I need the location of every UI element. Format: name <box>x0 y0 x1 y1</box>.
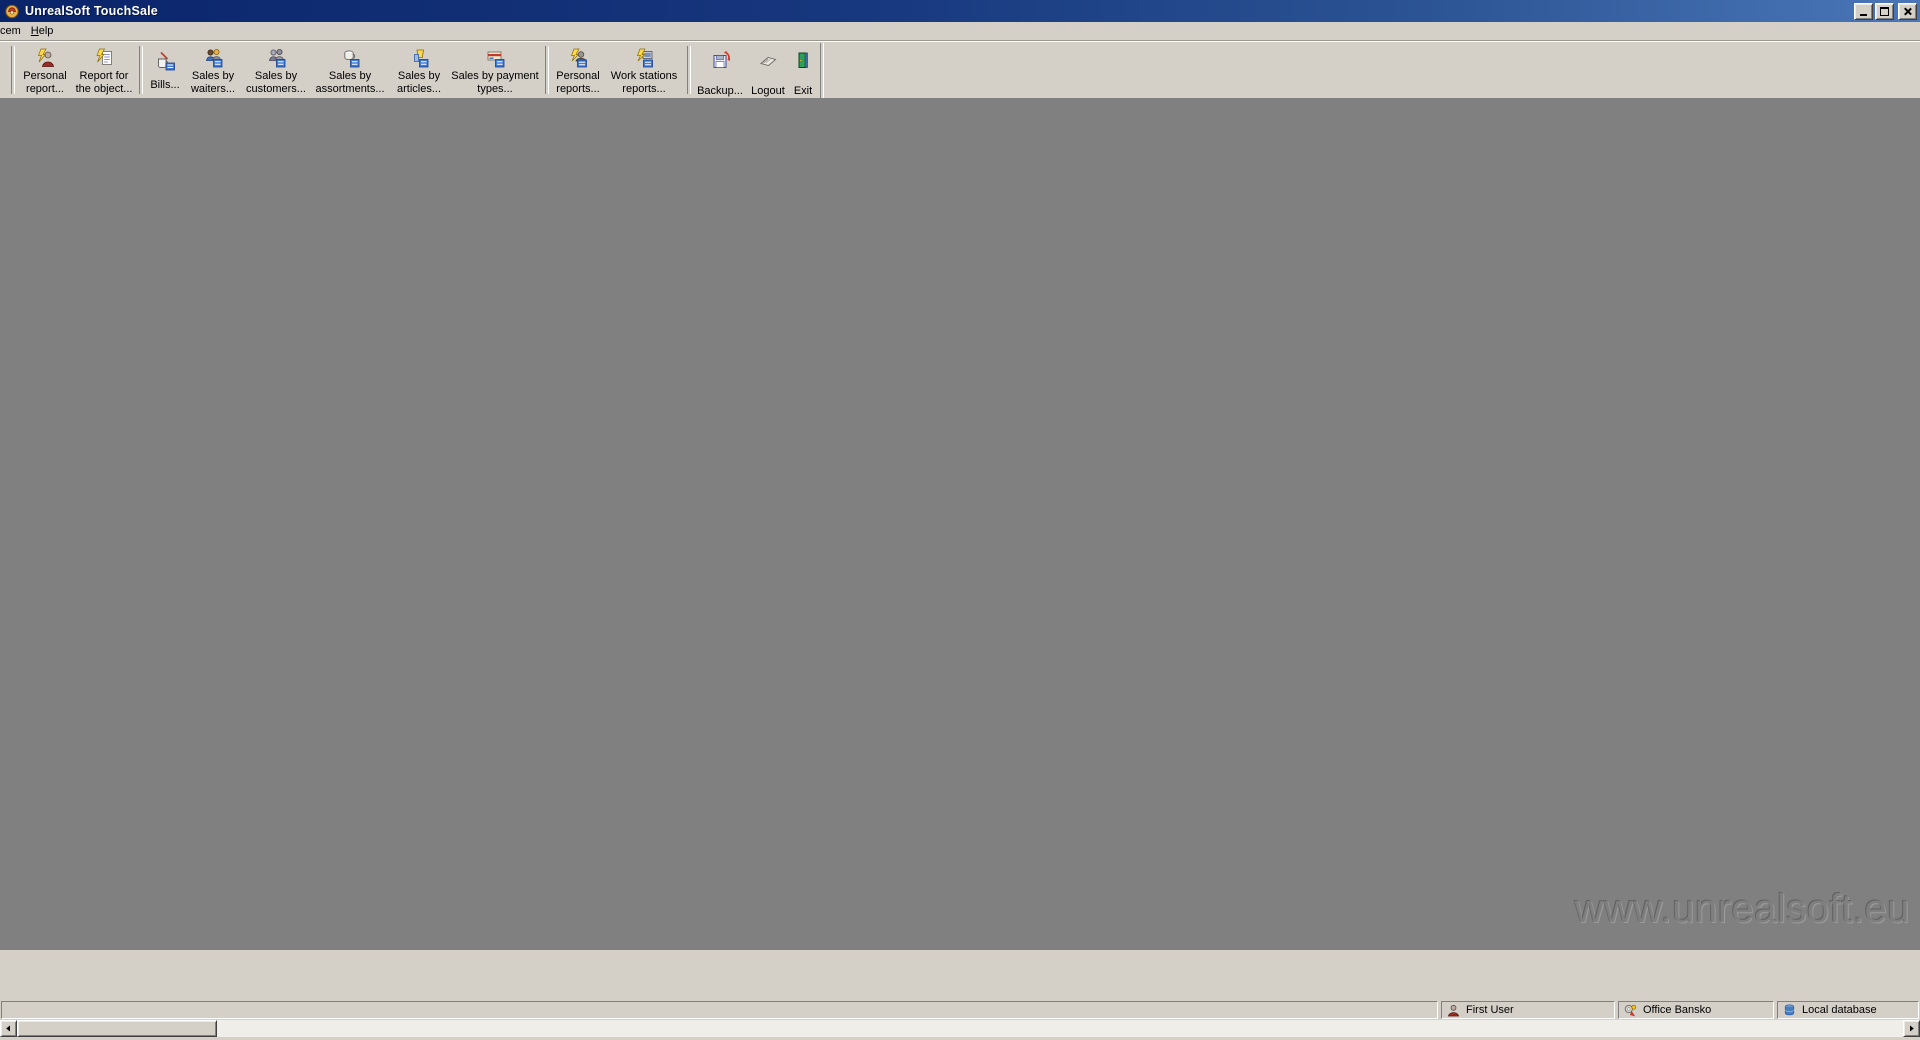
button-label: Report for <box>80 70 129 83</box>
office-key-icon <box>1624 1004 1637 1017</box>
toolbar-separator <box>545 46 549 94</box>
button-label: types... <box>477 83 512 96</box>
titlebar: UnrealSoft TouchSale <box>0 0 1920 22</box>
bills-button[interactable]: Bills... <box>146 43 184 98</box>
horizontal-scrollbar[interactable] <box>0 1020 1920 1037</box>
button-label: Sales by payment <box>451 70 538 83</box>
sales-by-waiters-button[interactable]: Sales bywaiters... <box>184 43 242 98</box>
button-label: Bills... <box>150 79 179 92</box>
button-label: Personal <box>23 70 66 83</box>
scroll-left-button[interactable] <box>0 1020 17 1037</box>
status-database-label: Local database <box>1802 1004 1877 1016</box>
close-button[interactable] <box>1898 3 1917 20</box>
button-label: reports... <box>556 83 599 96</box>
exit-button[interactable]: Exit <box>790 43 816 98</box>
work-stations-reports-button[interactable]: Work stationsreports... <box>604 43 684 98</box>
status-panel-office: Office Bansko <box>1618 1001 1774 1019</box>
button-label: Sales by <box>255 70 297 83</box>
personal-reports-button[interactable]: Personalreports... <box>552 43 604 98</box>
button-label: Backup... <box>697 85 743 98</box>
logout-sheet-icon <box>758 50 778 70</box>
status-panel-empty <box>1 1001 1438 1019</box>
status-office-label: Office Bansko <box>1643 1004 1711 1016</box>
button-label: customers... <box>246 83 306 96</box>
lightning-user-report-icon <box>568 48 588 68</box>
button-label: Sales by <box>329 70 371 83</box>
button-label: waiters... <box>191 83 235 96</box>
toolbar: Personalreport... Report forthe object..… <box>0 40 1920 98</box>
button-label: Sales by <box>398 70 440 83</box>
minimize-button[interactable] <box>1854 3 1873 20</box>
waiters-document-icon <box>203 48 223 68</box>
button-label: report... <box>26 83 64 96</box>
toolbar-separator <box>687 46 691 94</box>
window-title: UnrealSoft TouchSale <box>25 4 1852 18</box>
button-label: Work stations <box>611 70 677 83</box>
cup-document-icon <box>340 48 360 68</box>
backup-button[interactable]: Backup... <box>694 43 746 98</box>
menu-bar: cem Help <box>0 22 1920 40</box>
button-label: Exit <box>794 85 812 98</box>
button-label: Personal <box>556 70 599 83</box>
report-for-object-button[interactable]: Report forthe object... <box>72 43 136 98</box>
scroll-right-button[interactable] <box>1903 1020 1920 1037</box>
button-label: Logout <box>751 85 785 98</box>
exit-door-icon <box>793 50 813 70</box>
lower-chrome: First User Office Bansko Local database <box>0 950 1920 1040</box>
mdi-client-area: www.unrealsoft.eu <box>0 98 1920 950</box>
menu-item-help[interactable]: Help <box>26 24 59 38</box>
sales-by-articles-button[interactable]: Sales byarticles... <box>390 43 448 98</box>
app-icon <box>4 3 20 19</box>
customers-document-icon <box>266 48 286 68</box>
button-label: assortments... <box>315 83 384 96</box>
arrow-right-icon <box>1908 1025 1915 1032</box>
status-panel-database: Local database <box>1777 1001 1919 1019</box>
logout-button[interactable]: Logout <box>746 43 790 98</box>
button-label: Sales by <box>192 70 234 83</box>
user-icon <box>1447 1004 1460 1017</box>
credit-card-document-icon <box>485 48 505 68</box>
lightning-workstation-icon <box>634 48 654 68</box>
scrollbar-track[interactable] <box>217 1020 1903 1037</box>
sales-by-assortments-button[interactable]: Sales byassortments... <box>310 43 390 98</box>
toolbar-separator <box>139 46 143 94</box>
sales-by-payment-types-button[interactable]: Sales by paymenttypes... <box>448 43 542 98</box>
article-document-icon <box>409 48 429 68</box>
lightning-document-icon <box>94 48 114 68</box>
maximize-icon <box>1880 7 1889 16</box>
status-bar: First User Office Bansko Local database <box>0 1001 1920 1019</box>
menu-item-system-truncated[interactable]: cem <box>0 24 26 38</box>
maximize-button[interactable] <box>1875 3 1894 20</box>
close-icon <box>1903 7 1912 16</box>
watermark-text: www.unrealsoft.eu <box>1575 887 1910 932</box>
lower-empty-band <box>0 950 1920 1001</box>
mug-pen-document-icon <box>155 51 175 71</box>
toolbar-empty-area <box>824 43 1920 98</box>
arrow-left-icon <box>5 1025 12 1032</box>
button-label: the object... <box>76 83 133 96</box>
sales-by-customers-button[interactable]: Sales bycustomers... <box>242 43 310 98</box>
database-icon <box>1783 1004 1796 1017</box>
toolbar-clipped-button <box>0 43 8 98</box>
lightning-person-icon <box>35 48 55 68</box>
toolbar-separator <box>11 46 15 94</box>
button-label: articles... <box>397 83 441 96</box>
minimize-icon <box>1860 14 1867 16</box>
button-label: reports... <box>622 83 665 96</box>
scrollbar-thumb[interactable] <box>17 1020 217 1037</box>
status-user-label: First User <box>1466 1004 1514 1016</box>
personal-report-button[interactable]: Personalreport... <box>18 43 72 98</box>
floppy-backup-icon <box>710 50 730 70</box>
status-panel-user: First User <box>1441 1001 1615 1019</box>
